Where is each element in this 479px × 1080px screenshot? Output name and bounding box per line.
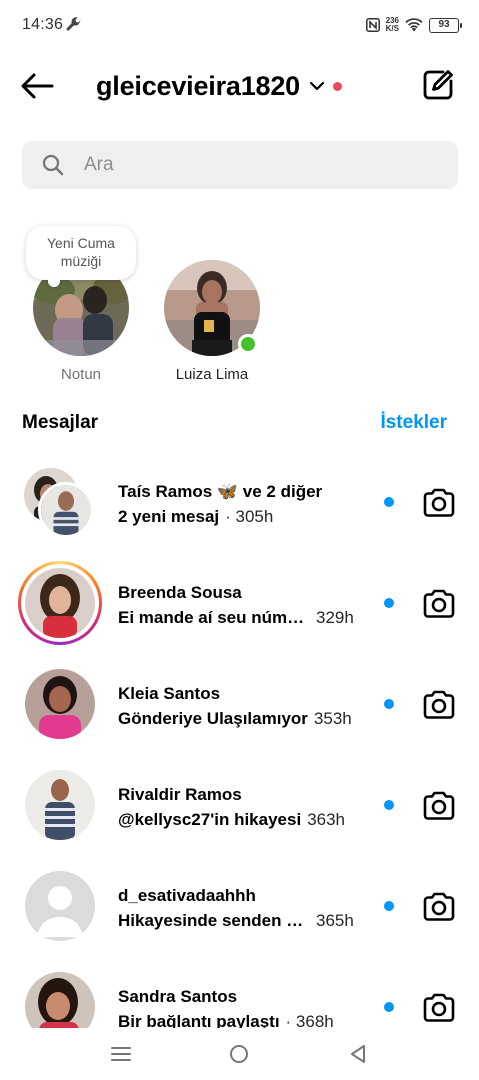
triangle-back-icon[interactable] — [349, 1044, 367, 1064]
unread-dot — [384, 901, 394, 911]
status-bar: 14:36 236 K/S 93 — [0, 0, 479, 52]
thread-preview: @kellysc27'in hikayesi — [118, 810, 302, 829]
messages-title: Mesajlar — [22, 412, 99, 433]
note-label: Notun — [60, 366, 102, 383]
edit-icon[interactable] — [421, 68, 455, 102]
camera-icon[interactable] — [422, 891, 456, 923]
avatar — [25, 669, 95, 739]
note-label: Luiza Lima — [175, 366, 249, 383]
avatar — [164, 260, 260, 356]
network-speed: 236 K/S — [386, 17, 399, 33]
thread-row[interactable]: Taís Ramos 🦋 ve 2 diğer 2 yeni mesaj · 3… — [0, 452, 479, 552]
thread-list: Taís Ramos 🦋 ve 2 diğer 2 yeni mesaj · 3… — [0, 452, 479, 1028]
thread-name: Taís Ramos 🦋 ve 2 diğer — [118, 482, 323, 501]
thread-row[interactable]: Breenda Sousa Ei mande aí seu número 329… — [0, 553, 479, 653]
default-avatar-icon — [25, 871, 95, 941]
thread-name: Breenda Sousa — [118, 583, 242, 602]
thread-preview-row: Gönderiye Ulaşılamıyor 353h — [118, 709, 368, 729]
thread-row[interactable]: Kleia Santos Gönderiye Ulaşılamıyor 353h — [0, 654, 479, 754]
thread-preview: 2 yeni mesaj — [118, 507, 220, 526]
wifi-icon — [405, 18, 423, 32]
unread-dot — [384, 598, 394, 608]
camera-icon[interactable] — [422, 588, 456, 620]
network-speed-unit: K/S — [385, 24, 399, 33]
search-icon — [42, 154, 64, 176]
unread-dot — [384, 497, 394, 507]
status-time: 14:36 — [22, 16, 64, 33]
thread-preview-row: Ei mande aí seu número 329h — [118, 608, 368, 628]
thread-name: d_esativadaahhh — [118, 886, 256, 905]
home-circle-icon[interactable] — [229, 1044, 249, 1064]
group-avatar-secondary — [38, 482, 94, 538]
camera-icon[interactable] — [422, 689, 456, 721]
system-navigation-bar — [0, 1028, 479, 1080]
thread-row[interactable]: Rivaldir Ramos @kellysc27'in hikayesi 36… — [0, 755, 479, 855]
avatar — [25, 568, 95, 638]
thread-row[interactable]: d_esativadaahhh Hikayesinde senden bahse… — [0, 856, 479, 956]
requests-link[interactable]: İstekler — [380, 412, 447, 434]
thread-time: 363h — [307, 810, 346, 829]
notes-row: Yeni Cuma müziği Notun Luiza Lima — [0, 222, 479, 392]
notification-dot — [332, 81, 342, 91]
note-bubble[interactable]: Yeni Cuma müziği — [26, 226, 136, 287]
header: gleicevieira1820 — [0, 60, 479, 112]
arrow-left-icon[interactable] — [18, 70, 56, 102]
thread-preview-row: @kellysc27'in hikayesi 363h — [118, 810, 368, 830]
thread-time: · 305h — [225, 507, 274, 526]
chevron-down-icon — [309, 81, 325, 91]
camera-icon[interactable] — [422, 992, 456, 1024]
note-luiza-lima[interactable]: Luiza Lima — [157, 260, 267, 383]
avatar — [25, 770, 95, 840]
camera-icon[interactable] — [422, 790, 456, 822]
messages-section-header: Mesajlar İstekler — [22, 410, 448, 438]
wrench-icon — [66, 17, 81, 31]
thread-preview: Ei mande aí seu número — [118, 608, 310, 627]
thread-time: · 368h — [285, 1012, 334, 1028]
search-bar[interactable] — [22, 141, 458, 189]
thread-name: Sandra Santos — [118, 987, 238, 1006]
thread-time: 353h — [313, 709, 352, 728]
thread-name: Kleia Santos — [118, 684, 221, 703]
username-title: gleicevieira1820 — [96, 70, 300, 101]
unread-dot — [384, 1002, 394, 1012]
account-switcher[interactable]: gleicevieira1820 — [96, 68, 342, 104]
thread-time: 329h — [316, 608, 354, 627]
battery-icon: 93 — [429, 17, 462, 33]
thread-preview: Gönderiye Ulaşılamıyor — [118, 709, 308, 728]
unread-dot — [384, 699, 394, 709]
thread-row[interactable]: Sandra Santos Bir bağlantı paylaştı · 36… — [0, 957, 479, 1028]
thread-preview-row: Bir bağlantı paylaştı · 368h — [118, 1012, 368, 1028]
status-icons: 236 K/S 93 — [365, 14, 462, 36]
thread-preview: Hikayesinde senden bahsetti — [118, 911, 310, 930]
menu-icon[interactable] — [111, 1046, 131, 1062]
thread-preview-row: 2 yeni mesaj · 305h — [118, 507, 368, 527]
thread-preview: Bir bağlantı paylaştı — [118, 1012, 280, 1028]
thread-name: Rivaldir Ramos — [118, 785, 242, 804]
unread-dot — [384, 800, 394, 810]
camera-icon[interactable] — [422, 487, 456, 519]
avatar — [25, 972, 95, 1028]
nfc-icon — [365, 18, 380, 32]
story-ring — [18, 561, 102, 645]
search-input[interactable] — [84, 154, 384, 176]
thread-preview-row: Hikayesinde senden bahsetti 365h — [118, 911, 368, 931]
thread-time: 365h — [316, 911, 354, 930]
online-status-dot — [238, 334, 258, 354]
